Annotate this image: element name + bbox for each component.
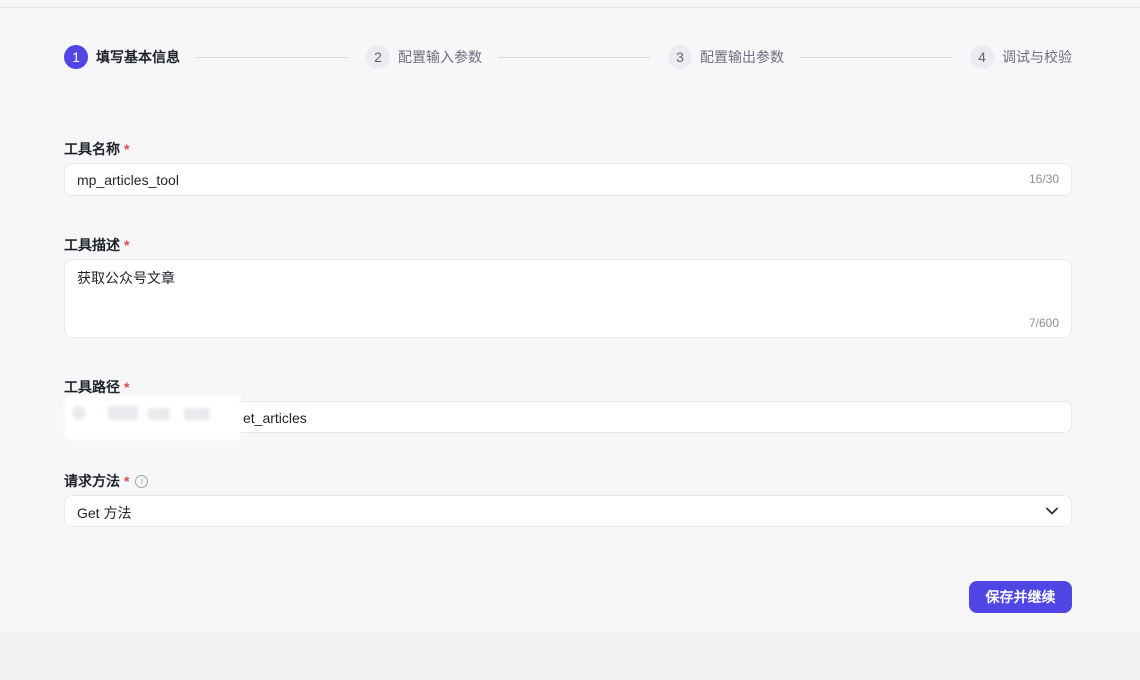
- step-4[interactable]: 4 调试与校验: [970, 44, 1072, 70]
- redacted-path-prefix: [64, 396, 240, 440]
- redaction-mark: [184, 408, 210, 420]
- method-select[interactable]: Get 方法: [64, 495, 1072, 527]
- required-mark: *: [124, 473, 130, 489]
- tool-desc-value: 获取公众号文章: [77, 270, 175, 286]
- required-mark: *: [124, 141, 130, 157]
- bottom-area: [0, 632, 1140, 680]
- tool-name-input[interactable]: mp_articles_tool 16/30: [64, 163, 1072, 196]
- stepper: 1 填写基本信息 2 配置输入参数 3 配置输出参数 4 调试与校验: [64, 44, 1072, 70]
- tool-desc-counter: 7/600: [1028, 316, 1059, 330]
- step-connector: [800, 57, 952, 58]
- tool-desc-label-text: 工具描述: [64, 237, 120, 253]
- tool-path-value: et_articles: [243, 410, 307, 426]
- step-label: 配置输出参数: [700, 49, 784, 65]
- step-2[interactable]: 2 配置输入参数: [366, 44, 482, 70]
- tool-desc-textarea[interactable]: 获取公众号文章 7/600: [64, 259, 1072, 338]
- step-label: 配置输入参数: [398, 49, 482, 65]
- step-number: 2: [366, 45, 390, 69]
- step-3[interactable]: 3 配置输出参数: [668, 44, 784, 70]
- step-label: 填写基本信息: [96, 49, 180, 65]
- chevron-down-icon: [1046, 507, 1058, 515]
- top-divider: [0, 0, 1140, 8]
- tool-name-label: 工具名称 *: [64, 139, 129, 159]
- step-number: 4: [970, 45, 994, 69]
- step-connector: [196, 57, 348, 58]
- redaction-mark: [108, 406, 138, 420]
- required-mark: *: [124, 379, 130, 395]
- tool-path-label: 工具路径 *: [64, 377, 129, 397]
- step-number: 3: [668, 45, 692, 69]
- redaction-mark: [148, 408, 170, 420]
- method-label: 请求方法 * i: [64, 471, 149, 491]
- tool-name-label-text: 工具名称: [64, 141, 120, 157]
- tool-path-label-text: 工具路径: [64, 379, 120, 395]
- tool-desc-label: 工具描述 *: [64, 235, 129, 255]
- step-label: 调试与校验: [1002, 49, 1072, 65]
- step-connector: [498, 57, 650, 58]
- info-circle-icon[interactable]: i: [135, 474, 149, 488]
- step-number: 1: [64, 45, 88, 69]
- required-mark: *: [124, 237, 130, 253]
- redaction-mark: [72, 406, 86, 420]
- tool-name-counter: 16/30: [1028, 172, 1059, 186]
- save-continue-button[interactable]: 保存并继续: [969, 581, 1072, 613]
- step-1[interactable]: 1 填写基本信息: [64, 44, 180, 70]
- tool-name-value: mp_articles_tool: [77, 172, 179, 188]
- method-value: Get 方法: [77, 505, 132, 521]
- method-label-text: 请求方法: [64, 473, 120, 489]
